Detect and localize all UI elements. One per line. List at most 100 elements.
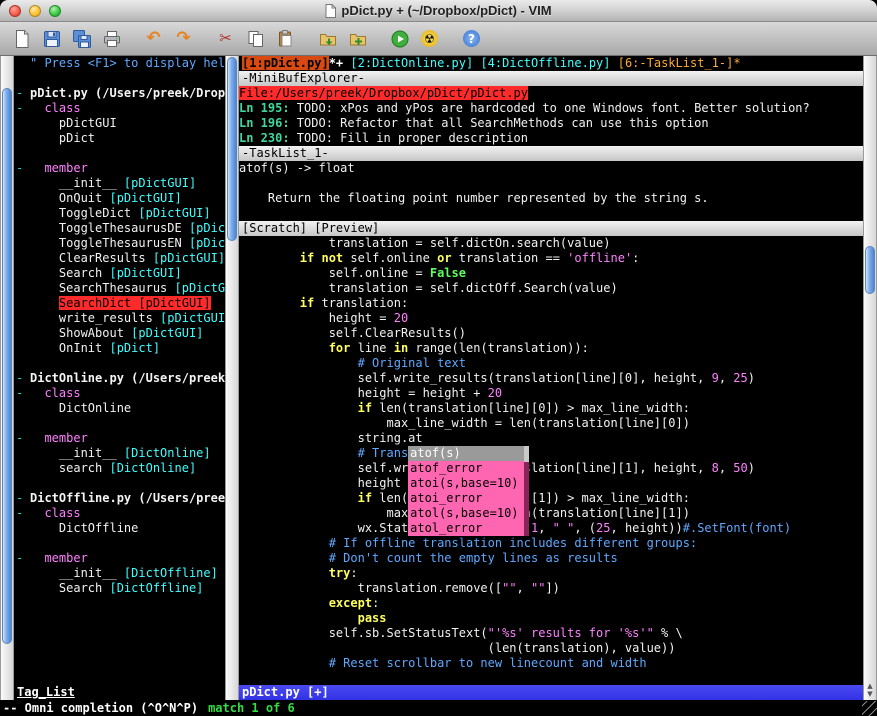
buffer-tab-hidden[interactable]: [4:DictOffline.py] — [480, 56, 610, 70]
load-session-button[interactable] — [314, 25, 341, 53]
taglist-row[interactable]: ToggleThesaurusDE [pDic — [16, 221, 225, 236]
taglist-row-text: ShowAbout [pDictGUI] — [30, 326, 203, 341]
taglist-row[interactable]: -pDict.py (/Users/preek/Drop — [16, 86, 225, 101]
taglist-row[interactable]: OnInit [pDict] — [16, 341, 225, 356]
taglist-row[interactable]: - member — [16, 551, 225, 566]
new-file-button[interactable] — [8, 25, 35, 53]
taglist-row[interactable]: __init__ [DictOffline] — [16, 566, 225, 581]
tasklist-todo-item[interactable]: Ln 196: TODO: Refactor that all SearchMe… — [239, 116, 863, 131]
build-tags-button[interactable]: ☢ — [416, 25, 443, 53]
fold-marker — [16, 236, 30, 251]
tasklist-todo-item[interactable]: Ln 230: TODO: Fill in proper description — [239, 131, 863, 146]
taglist-row — [16, 146, 225, 161]
save-all-button[interactable] — [68, 25, 95, 53]
completion-item[interactable]: atoi(s,base=10) — [408, 476, 528, 491]
taglist-row[interactable]: Search [DictOffline] — [16, 581, 225, 596]
taglist-row[interactable]: - class — [16, 506, 225, 521]
completion-item[interactable]: atol_error — [408, 521, 528, 536]
taglist-row[interactable]: " Press <F1> to display hel — [16, 56, 225, 71]
taglist-row[interactable]: __init__ [DictOnline] — [16, 446, 225, 461]
taglist-row-text: pDict — [30, 131, 95, 146]
tasklist-todo-item[interactable]: Ln 195: TODO: xPos and yPos are hardcode… — [239, 101, 863, 116]
taglist-row-text: OnQuit [pDictGUI] — [30, 191, 182, 206]
taglist-row[interactable]: ToggleThesaurusEN [pDic — [16, 236, 225, 251]
completion-item[interactable]: atof_error — [408, 461, 528, 476]
buffer-tab-active[interactable]: [1:pDict.py] — [242, 56, 329, 70]
taglist-row[interactable]: ClearResults [pDictGUI] — [16, 251, 225, 266]
help-button[interactable]: ? — [458, 25, 485, 53]
middle-scrollbar[interactable] — [225, 56, 239, 700]
taglist-row-text: " Press <F1> to display hel — [30, 56, 225, 71]
taglist-row-text: DictOffline.py (/Users/pree — [30, 491, 225, 506]
code-segment: line — [350, 341, 393, 355]
completion-item[interactable]: atof(s) — [408, 446, 528, 461]
taglist-segment-tag: write_results — [30, 311, 160, 325]
taglist-row[interactable]: - class — [16, 101, 225, 116]
taglist-row[interactable]: -DictOnline.py (/Users/preek — [16, 371, 225, 386]
taglist-row[interactable]: OnQuit [pDictGUI] — [16, 191, 225, 206]
taglist-row[interactable]: SearchThesaurus [pDictG — [16, 281, 225, 296]
taglist-row[interactable]: write_results [pDictGUI] — [16, 311, 225, 326]
taglist-row[interactable]: - member — [16, 431, 225, 446]
code-segment — [242, 551, 329, 565]
save-button[interactable] — [38, 25, 65, 53]
fold-marker: - — [16, 386, 30, 401]
code-segment: pass — [358, 611, 387, 625]
taglist-left-scrollbar[interactable] — [0, 56, 14, 700]
completion-item[interactable]: atoi_error — [408, 491, 528, 506]
preview-line — [239, 176, 863, 191]
scrollbar-thumb[interactable] — [227, 57, 237, 241]
scrollbar-thumb[interactable] — [865, 246, 875, 294]
active-statusline: pDict.py [+] — [239, 685, 863, 700]
taglist-row[interactable]: - class — [16, 386, 225, 401]
code-window[interactable]: translation = self.dictOn.search(value) … — [239, 236, 863, 685]
close-button[interactable] — [9, 5, 21, 17]
code-segment: ]) — [545, 581, 559, 595]
code-segment: #.SetFont(font) — [683, 521, 791, 535]
scroll-down-arrow-icon[interactable] — [867, 690, 872, 698]
taglist-row — [16, 71, 225, 86]
taglist-row[interactable]: Search [pDictGUI] — [16, 266, 225, 281]
taglist-row[interactable]: ShowAbout [pDictGUI] — [16, 326, 225, 341]
code-segment — [242, 491, 358, 505]
buffer-tab-special[interactable]: [6:-TaskList_1-]* — [618, 56, 741, 70]
copy-button[interactable] — [242, 25, 269, 53]
code-line: translation = self.dictOff.Search(value) — [242, 281, 863, 296]
taglist-row[interactable]: DictOffline — [16, 521, 225, 536]
fold-marker: - — [16, 491, 30, 506]
taglist-row[interactable]: pDict — [16, 131, 225, 146]
taglist-row[interactable]: pDictGUI — [16, 116, 225, 131]
taglist-segment-tag: pDict — [30, 131, 95, 145]
print-button[interactable] — [98, 25, 125, 53]
buffer-tab-hidden[interactable]: [2:DictOnline.py] — [350, 56, 473, 70]
scrollbar-arrows[interactable] — [864, 682, 876, 698]
completion-item[interactable]: atol(s,base=10) — [408, 506, 528, 521]
taglist-row[interactable]: ToggleDict [pDictGUI] — [16, 206, 225, 221]
redo-button[interactable]: ↷ — [170, 25, 197, 53]
taglist-row[interactable]: DictOnline — [16, 401, 225, 416]
code-segment: self.online = — [242, 266, 430, 280]
undo-button[interactable]: ↶ — [140, 25, 167, 53]
main-right-scrollbar[interactable] — [863, 56, 877, 700]
code-segment: False — [430, 266, 466, 280]
taglist-segment-type: class — [30, 506, 81, 520]
taglist-row[interactable]: -DictOffline.py (/Users/pree — [16, 491, 225, 506]
taglist-row[interactable]: __init__ [pDictGUI] — [16, 176, 225, 191]
zoom-button[interactable] — [49, 5, 61, 17]
save-session-button[interactable] — [344, 25, 371, 53]
code-segment: except — [329, 596, 372, 610]
scroll-up-arrow-icon[interactable] — [867, 682, 872, 690]
taglist-row[interactable]: search [DictOnline] — [16, 461, 225, 476]
code-segment: try — [329, 566, 351, 580]
taglist-row[interactable]: - member — [16, 161, 225, 176]
code-line: # Reset scrollbar to new linecount and w… — [242, 656, 863, 671]
run-script-button[interactable] — [386, 25, 413, 53]
code-segment: translation: — [314, 296, 408, 310]
scrollbar-thumb[interactable] — [2, 88, 12, 644]
minimize-button[interactable] — [29, 5, 41, 17]
paste-button[interactable] — [272, 25, 299, 53]
taglist-row[interactable]: SearchDict [pDictGUI] — [16, 296, 225, 311]
taglist-row-text: __init__ [DictOffline] — [30, 566, 218, 581]
resize-grip[interactable] — [862, 701, 877, 716]
cut-button[interactable]: ✂ — [212, 25, 239, 53]
